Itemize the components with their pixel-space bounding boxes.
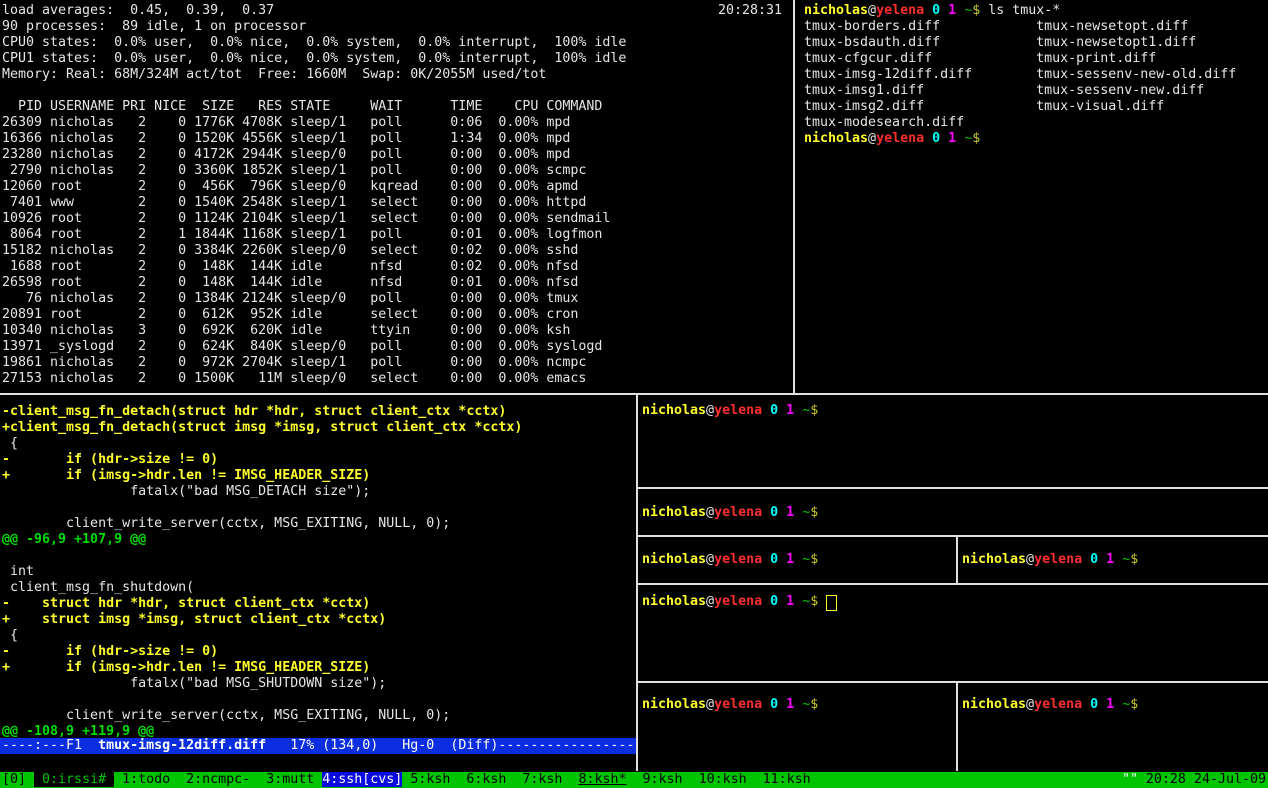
tmux-screen: { "colors": { "background": "#000000", "… [0,0,1268,788]
emacs-modeline: ----:---F1 tmux-imsg-12diff.diff 17% (13… [0,738,636,754]
status-session-name[interactable]: [0] [2,772,34,787]
pane-border-h1 [638,487,1268,489]
status-window-0-alert[interactable]: 0:irssi# [34,772,114,787]
shell-prompt: nicholas@yelena 0 1 ~$ [642,594,826,610]
shell-pane-ls[interactable]: nicholas@yelena 0 1 ~$ ls tmux-* tmux-bo… [796,0,1268,393]
status-window-8[interactable]: 8:ksh* [578,772,626,787]
top-summary: load averages: 0.45, 0.39, 0.37 90 proce… [2,3,626,83]
shell-prompt: nicholas@yelena 0 1 ~$ [642,697,826,713]
pane-border-v1 [956,537,958,583]
status-window-11[interactable]: 11:ksh [755,772,811,787]
shell-prompt: nicholas@yelena 0 1 ~$ [642,403,826,419]
process-table-header: PID USERNAME PRI NICE SIZE RES STATE WAI… [2,99,602,115]
pane-border-h3 [638,583,1268,585]
shell-pane-4[interactable]: nicholas@yelena 0 1 ~$ [958,537,1268,583]
shell-prompt: nicholas@yelena 0 1 ~$ [962,552,1146,568]
shell-prompt: nicholas@yelena 0 1 ~$ [642,505,826,521]
status-window-1[interactable]: 1:todo [114,772,178,787]
shell-pane-2[interactable]: nicholas@yelena 0 1 ~$ [638,489,1268,535]
emacs-diff-buffer: -client_msg_fn_detach(struct hdr *hdr, s… [2,404,522,740]
pane-border-h4 [638,681,1268,683]
status-window-7[interactable]: 7:ksh [514,772,570,787]
shell-prompt: nicholas@yelena 0 1 ~$ [962,697,1146,713]
emacs-pane[interactable]: -client_msg_fn_detach(struct hdr *hdr, s… [0,395,636,771]
status-window-list: [0] 0:irssi# 1:todo 2:ncmpc- 3:mutt 4:ss… [2,772,811,788]
status-window-9[interactable]: 9:ksh [627,772,691,787]
status-window-3[interactable]: 3:mutt [258,772,322,787]
status-clock: 20:28 24-Jul-09 [1146,772,1266,787]
ls-output: nicholas@yelena 0 1 ~$ ls tmux-* tmux-bo… [804,3,1236,147]
tmux-status-bar: [0] 0:irssi# 1:todo 2:ncmpc- 3:mutt 4:ss… [0,772,1268,788]
status-pane-title: "" [1122,772,1146,787]
shell-pane-1[interactable]: nicholas@yelena 0 1 ~$ [638,395,1268,487]
top-clock: 20:28:31 [718,3,782,19]
status-window-6[interactable]: 6:ksh [458,772,514,787]
emacs-modeline-text: ----:---F1 tmux-imsg-12diff.diff 17% (13… [2,738,634,754]
process-table: 26309 nicholas 2 0 1776K 4708K sleep/1 p… [2,115,610,387]
pane-border-h2 [638,535,1268,537]
status-window-5[interactable]: 5:ksh [402,772,458,787]
shell-pane-6[interactable]: nicholas@yelena 0 1 ~$ [638,683,956,771]
status-window-10[interactable]: 10:ksh [691,772,755,787]
pane-border-horizontal-main [0,393,1268,395]
shell-prompt: nicholas@yelena 0 1 ~$ [642,552,826,568]
pane-border-vertical-top [793,0,795,393]
status-right: "" 20:28 24-Jul-09 [1122,772,1266,788]
shell-pane-3[interactable]: nicholas@yelena 0 1 ~$ [638,537,956,583]
pane-border-v2 [956,683,958,771]
cursor-block [826,595,837,611]
status-window-2[interactable]: 2:ncmpc- [178,772,258,787]
top-pane[interactable]: load averages: 0.45, 0.39, 0.37 90 proce… [0,0,792,393]
shell-pane-5-active[interactable]: nicholas@yelena 0 1 ~$ [638,585,1268,681]
status-window-4-current[interactable]: 4:ssh[cvs] [322,772,402,787]
shell-pane-7[interactable]: nicholas@yelena 0 1 ~$ [958,683,1268,771]
